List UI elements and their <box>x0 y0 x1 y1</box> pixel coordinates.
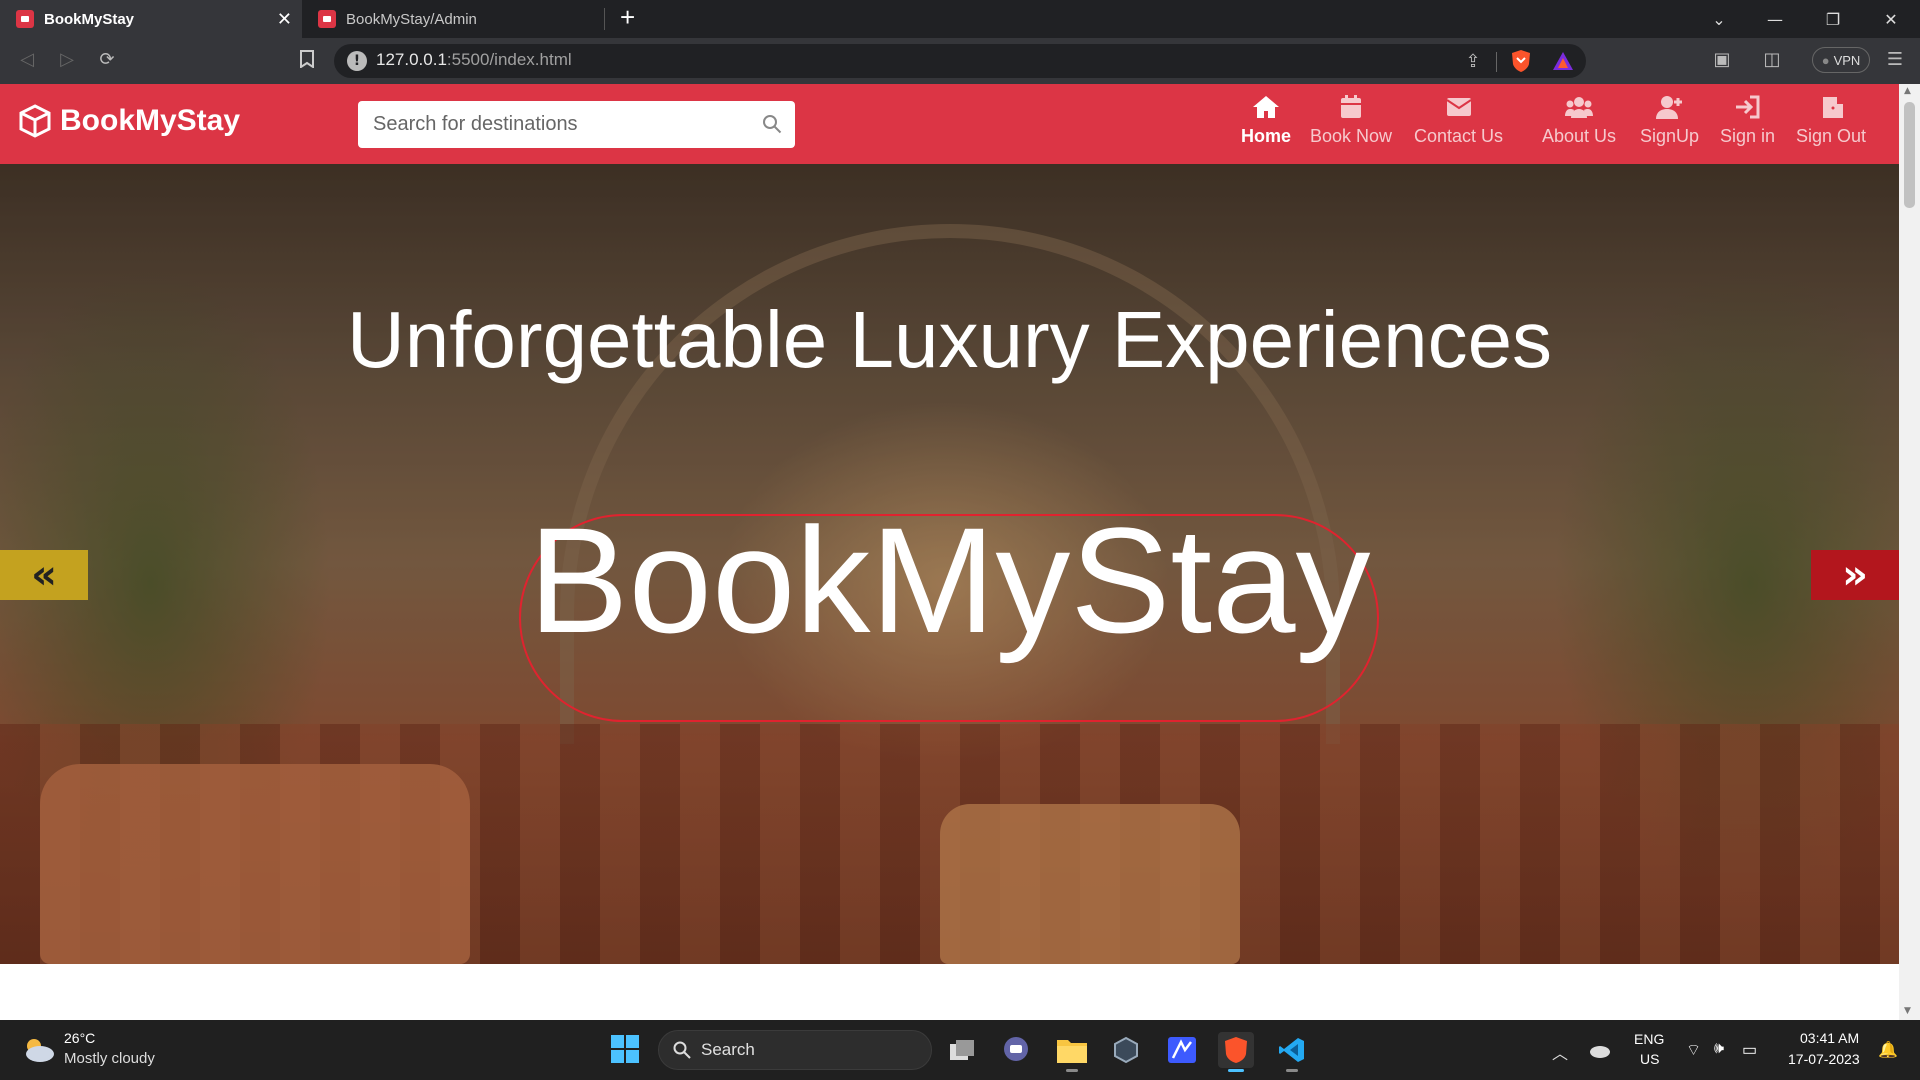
nav-about-us[interactable]: About Us <box>1542 94 1616 156</box>
site-brand[interactable]: BookMyStay <box>18 104 240 138</box>
wallet-icon[interactable]: ◫ <box>1757 44 1787 74</box>
wifi-icon[interactable]: ⌔ <box>1686 1040 1701 1060</box>
tab-divider <box>604 8 605 30</box>
tab-title: BookMyStay/Admin <box>346 10 477 28</box>
show-hidden-icons[interactable]: ︿ <box>1552 1040 1568 1064</box>
users-icon <box>1565 97 1594 118</box>
sign-in-icon <box>1735 95 1760 119</box>
restore-button[interactable]: ❐ <box>1806 0 1860 38</box>
search-input[interactable] <box>358 101 738 148</box>
brave-shields-icon[interactable] <box>1510 49 1532 73</box>
taskbar-search[interactable]: Search <box>658 1030 932 1070</box>
envelope-icon <box>1445 98 1472 116</box>
scrollbar-thumb[interactable] <box>1904 102 1915 208</box>
destination-search[interactable] <box>358 101 795 148</box>
onedrive-icon[interactable] <box>1588 1040 1612 1060</box>
back-icon[interactable]: ◁ <box>12 44 42 74</box>
nav-sign-out[interactable]: Sign Out <box>1796 94 1866 156</box>
tab-search-chevron-icon[interactable]: ⌄ <box>1692 0 1746 38</box>
new-tab-button[interactable]: + <box>620 2 635 33</box>
teams-chat-icon[interactable] <box>998 1032 1034 1068</box>
notifications-icon[interactable]: 🔔 <box>1878 1040 1898 1060</box>
app-blue-icon[interactable] <box>1164 1032 1200 1068</box>
volume-icon[interactable]: 🕪 <box>1714 1040 1724 1058</box>
battery-icon[interactable]: ▭ <box>1742 1040 1757 1060</box>
toolbar-divider <box>1496 52 1497 72</box>
share-icon[interactable]: ⇪ <box>1458 46 1488 76</box>
minimize-button[interactable]: — <box>1748 0 1802 38</box>
task-view-icon[interactable] <box>944 1032 980 1068</box>
site-info-icon[interactable]: ! <box>347 51 367 71</box>
url-text[interactable]: 127.0.0.1:5500/index.html <box>376 50 572 70</box>
vscode-icon[interactable] <box>1274 1032 1310 1072</box>
nav-contact-us[interactable]: Contact Us <box>1414 94 1503 156</box>
weather-desc[interactable]: Mostly cloudy <box>64 1050 155 1067</box>
page-scrollbar[interactable] <box>1899 84 1920 1020</box>
nav-home[interactable]: Home <box>1241 94 1291 156</box>
vpn-button[interactable]: ● VPN <box>1812 47 1870 73</box>
search-icon <box>673 1041 691 1059</box>
tab-favicon-icon <box>16 10 34 28</box>
tab-title: BookMyStay <box>44 10 135 28</box>
carousel-next-button[interactable]: » <box>1811 550 1899 600</box>
weather-temp[interactable]: 26°C <box>64 1030 95 1046</box>
close-window-button[interactable]: ✕ <box>1864 0 1918 38</box>
menu-icon[interactable]: ☰ <box>1880 44 1910 74</box>
hero-brand-text: BookMyStay <box>528 496 1371 664</box>
scroll-down-icon[interactable]: ▼ <box>1904 1006 1911 1016</box>
forward-icon[interactable]: ▷ <box>52 44 82 74</box>
cube-logo-icon <box>19 104 51 138</box>
brand-name: BookMyStay <box>60 104 241 137</box>
bookmark-icon[interactable] <box>292 44 322 74</box>
user-plus-icon <box>1655 96 1682 119</box>
calendar-icon <box>1341 95 1362 118</box>
search-icon[interactable] <box>761 113 783 135</box>
brave-rewards-icon[interactable] <box>1552 51 1574 71</box>
nav-signup[interactable]: SignUp <box>1640 94 1699 156</box>
door-icon <box>1823 97 1844 118</box>
hero-carousel: Unforgettable Luxury Experiences BookMyS… <box>0 164 1899 964</box>
clock-date[interactable]: 17-07-2023 <box>1788 1051 1860 1067</box>
clock-time[interactable]: 03:41 AM <box>1800 1030 1859 1046</box>
carousel-prev-button[interactable]: « <box>0 550 88 600</box>
nav-book-now[interactable]: Book Now <box>1310 94 1392 156</box>
language-top[interactable]: ENG <box>1634 1031 1664 1047</box>
windows-start-icon[interactable] <box>610 1034 640 1064</box>
language-bottom[interactable]: US <box>1640 1051 1659 1067</box>
file-explorer-icon[interactable] <box>1054 1032 1090 1072</box>
tab-admin[interactable]: BookMyStay/Admin <box>302 0 602 38</box>
tab-favicon-icon <box>318 10 336 28</box>
sidebar-icon[interactable]: ▣ <box>1707 44 1737 74</box>
hero-title: Unforgettable Luxury Experiences <box>346 295 1553 384</box>
page-viewport: BookMyStay Home Book Now Contact Us Abou… <box>0 84 1899 1020</box>
reload-icon[interactable]: ⟳ <box>92 44 122 74</box>
nav-sign-in[interactable]: Sign in <box>1720 94 1775 156</box>
home-icon <box>1253 96 1279 118</box>
close-tab-icon[interactable]: ✕ <box>277 9 292 30</box>
app-hexagon-icon[interactable] <box>1108 1032 1144 1068</box>
tab-bookmystay[interactable]: BookMyStay ✕ <box>0 0 302 38</box>
scroll-up-icon[interactable]: ▲ <box>1904 86 1911 96</box>
weather-cloud-icon[interactable] <box>20 1034 56 1064</box>
brave-browser-icon[interactable] <box>1218 1032 1254 1072</box>
site-navbar: BookMyStay Home Book Now Contact Us Abou… <box>0 84 1899 164</box>
